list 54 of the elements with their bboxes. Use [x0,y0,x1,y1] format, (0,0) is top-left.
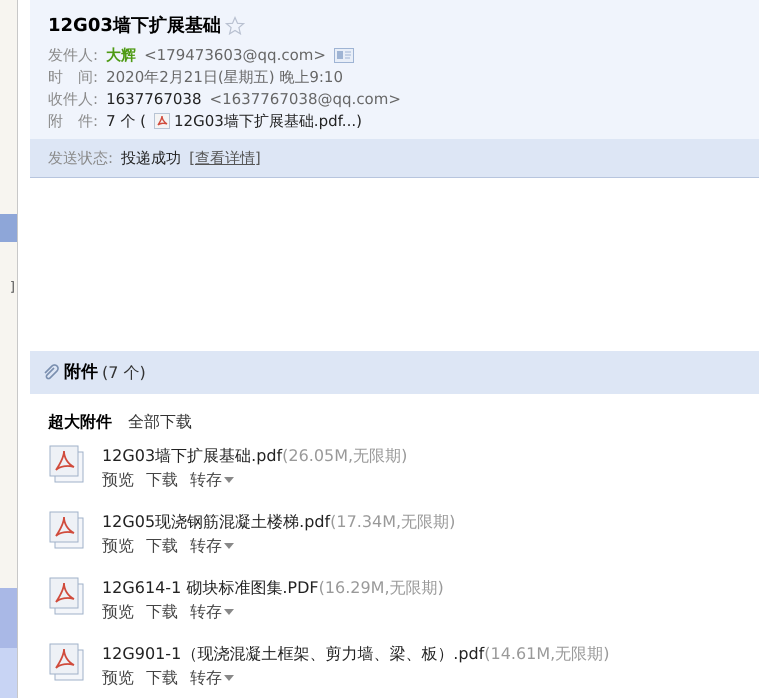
pdf-file-icon [48,510,86,550]
file-meta: (26.05M,无限期) [282,445,408,467]
sidebar-strip [0,588,17,648]
section-title: 超大附件 [48,411,112,433]
paperclip-icon [42,364,60,382]
caret-icon [224,543,234,549]
star-icon[interactable] [224,16,245,36]
field-label: 时 间: [48,67,98,87]
sidebar-highlight [0,214,17,242]
file-action-link[interactable]: 预览 [102,600,134,624]
file-name: 12G05现浇钢筋混凝土楼梯.pdf [102,511,330,533]
sender-address: <179473603@qq.com> [144,45,326,65]
pdf-file-icon [48,642,86,682]
file-action-link[interactable]: 转存 [190,534,234,558]
status-value: 投递成功 [121,148,182,169]
file-action-link[interactable]: 下载 [146,666,178,690]
download-all-link[interactable]: 全部下载 [128,410,192,434]
caret-icon [224,477,234,483]
attachment-link[interactable]: 12G03墙下扩展基础.pdf...) [154,111,362,131]
file-action-link[interactable]: 转存 [190,468,234,492]
file-action-link[interactable]: 预览 [102,468,134,492]
file-action-link[interactable]: 预览 [102,666,134,690]
attachments-count: (7 个) [102,362,146,384]
sidebar-text: ] [8,279,16,297]
details-link[interactable]: [查看详情] [189,146,261,170]
file-meta: (16.29M,无限期) [318,577,444,599]
field-value: 2020年2月21日(星期五) 晚上9:10 [106,67,344,87]
mail-subject: 12G03墙下扩展基础 [48,14,221,38]
pdf-icon [154,113,170,129]
sidebar-strip [0,648,17,698]
file-action-link[interactable]: 预览 [102,534,134,558]
status-label: 发送状态: [48,148,114,169]
recipient-name: 1637767038 [106,89,202,109]
caret-icon [224,609,234,615]
file-name: 12G03墙下扩展基础.pdf [102,445,282,467]
file-action-link[interactable]: 转存 [190,666,234,690]
file-action-link[interactable]: 下载 [146,534,178,558]
field-label: 附 件: [48,111,98,131]
file-action-link[interactable]: 下载 [146,468,178,492]
field-label: 收件人: [48,89,98,109]
file-action-link[interactable]: 转存 [190,600,234,624]
caret-icon [224,675,234,681]
pdf-file-icon [48,444,86,484]
pdf-file-icon [48,576,86,616]
contact-card-icon[interactable] [334,48,354,62]
attachment-count: 7 个 ( [106,111,146,131]
field-label: 发件人: [48,45,98,65]
attachments-title: 附件 [64,360,98,384]
file-meta: (17.34M,无限期) [330,511,456,533]
recipient-address: <1637767038@qq.com> [210,89,401,109]
file-meta: (14.61M,无限期) [484,643,610,665]
file-action-link[interactable]: 下载 [146,600,178,624]
file-name: 12G614-1 砌块标准图集.PDF [102,577,319,599]
file-name: 12G901-1（现浇混凝土框架、剪力墙、梁、板）.pdf [102,643,484,665]
